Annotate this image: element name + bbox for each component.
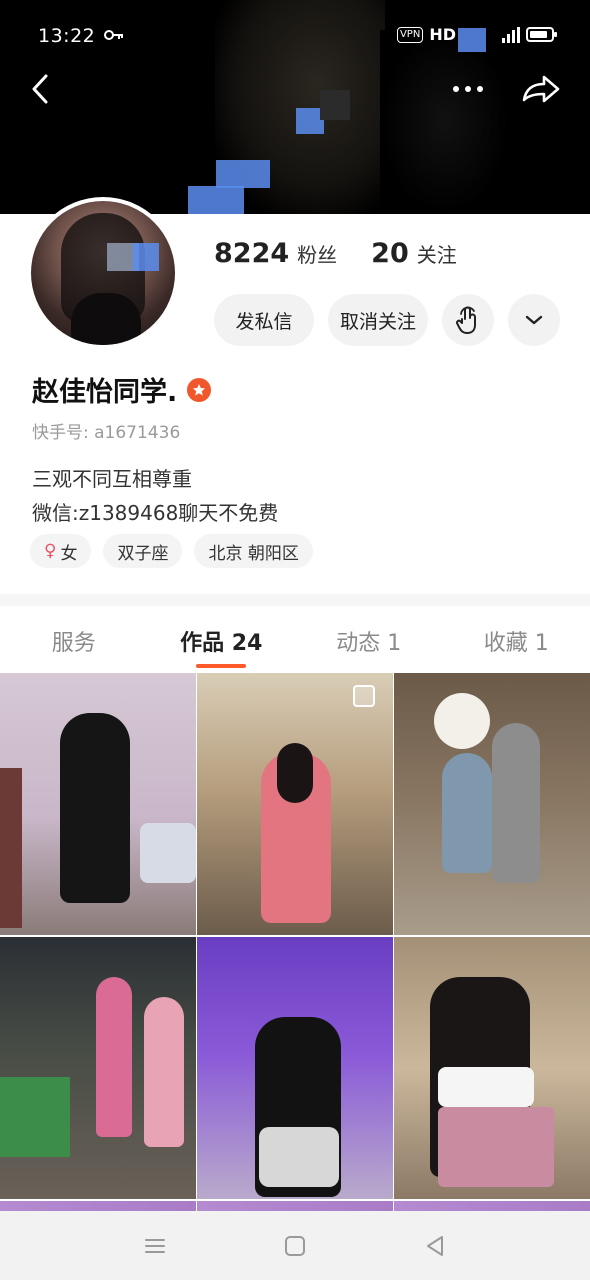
profile-name-row: 赵佳怡同学. [32,370,212,409]
gender-tag: ♀ 女 [30,534,92,568]
kuaishou-id: 快手号: a1671436 [32,423,181,443]
unfollow-button[interactable]: 取消关注 [328,294,428,346]
works-grid [0,673,590,1213]
following-label: 关注 [416,243,457,267]
work-thumbnail[interactable] [0,673,196,935]
following-stat[interactable]: 20 关注 [371,238,457,269]
home-icon[interactable] [280,1231,310,1261]
star-badge-icon[interactable] [187,377,212,402]
profile-stats: 8224 粉丝 20 关注 [214,238,457,269]
touch-icon [456,306,476,334]
profile-name: 赵佳怡同学. [32,377,178,408]
battery-icon [526,27,557,42]
followers-count: 8224 [214,238,290,269]
bio-line: 微信:z1389468聊天不免费 [32,501,279,525]
vpn-indicator: VPN [396,26,424,43]
chevron-down-icon [525,315,543,325]
status-time: 13:22 [38,25,96,47]
work-thumbnail[interactable] [394,937,590,1199]
location-tag: 北京 朝阳区 [194,534,313,568]
tab-activity[interactable]: 动态 1 [295,606,443,672]
more-options-button[interactable] [508,294,560,346]
avatar[interactable] [27,197,179,349]
zodiac-tag: 双子座 [103,534,183,568]
network-indicator: HD [429,25,456,44]
work-thumbnail[interactable] [0,937,196,1199]
share-icon[interactable] [520,70,562,108]
nav-back-icon[interactable] [420,1231,450,1261]
tab-favorites[interactable]: 收藏 1 [443,606,590,672]
signal-icon [502,26,520,43]
touch-button[interactable] [442,294,494,346]
message-button[interactable]: 发私信 [214,294,314,346]
status-indicators: VPN HD [396,25,557,44]
bio-line: 三观不同互相尊重 [32,467,192,491]
female-icon: ♀ [44,541,57,561]
work-thumbnail[interactable] [394,673,590,935]
work-thumbnail[interactable] [197,937,393,1199]
profile-actions: 发私信 取消关注 [214,294,560,346]
key-icon [104,30,123,40]
status-bar: 13:22 VPN HD [0,0,590,72]
profile-bio: 三观不同互相尊重 微信:z1389468聊天不免费 [32,462,278,530]
section-divider [0,594,590,606]
system-nav-bar [0,1211,590,1280]
following-count: 20 [371,238,409,269]
content-tabs: 服务 作品 24 动态 1 收藏 1 [0,606,590,672]
gender-label: 女 [60,543,78,564]
tab-works[interactable]: 作品 24 [148,606,296,672]
profile-banner: 13:22 VPN HD [0,0,590,214]
select-checkbox[interactable] [353,685,375,707]
followers-stat[interactable]: 8224 粉丝 [214,238,337,269]
menu-icon[interactable] [140,1231,170,1261]
back-icon[interactable] [24,70,58,108]
profile-tags: ♀ 女 双子座 北京 朝阳区 [30,534,313,568]
work-thumbnail[interactable] [197,673,393,935]
more-icon[interactable] [448,74,488,104]
tab-services[interactable]: 服务 [0,606,148,672]
followers-label: 粉丝 [297,243,338,267]
